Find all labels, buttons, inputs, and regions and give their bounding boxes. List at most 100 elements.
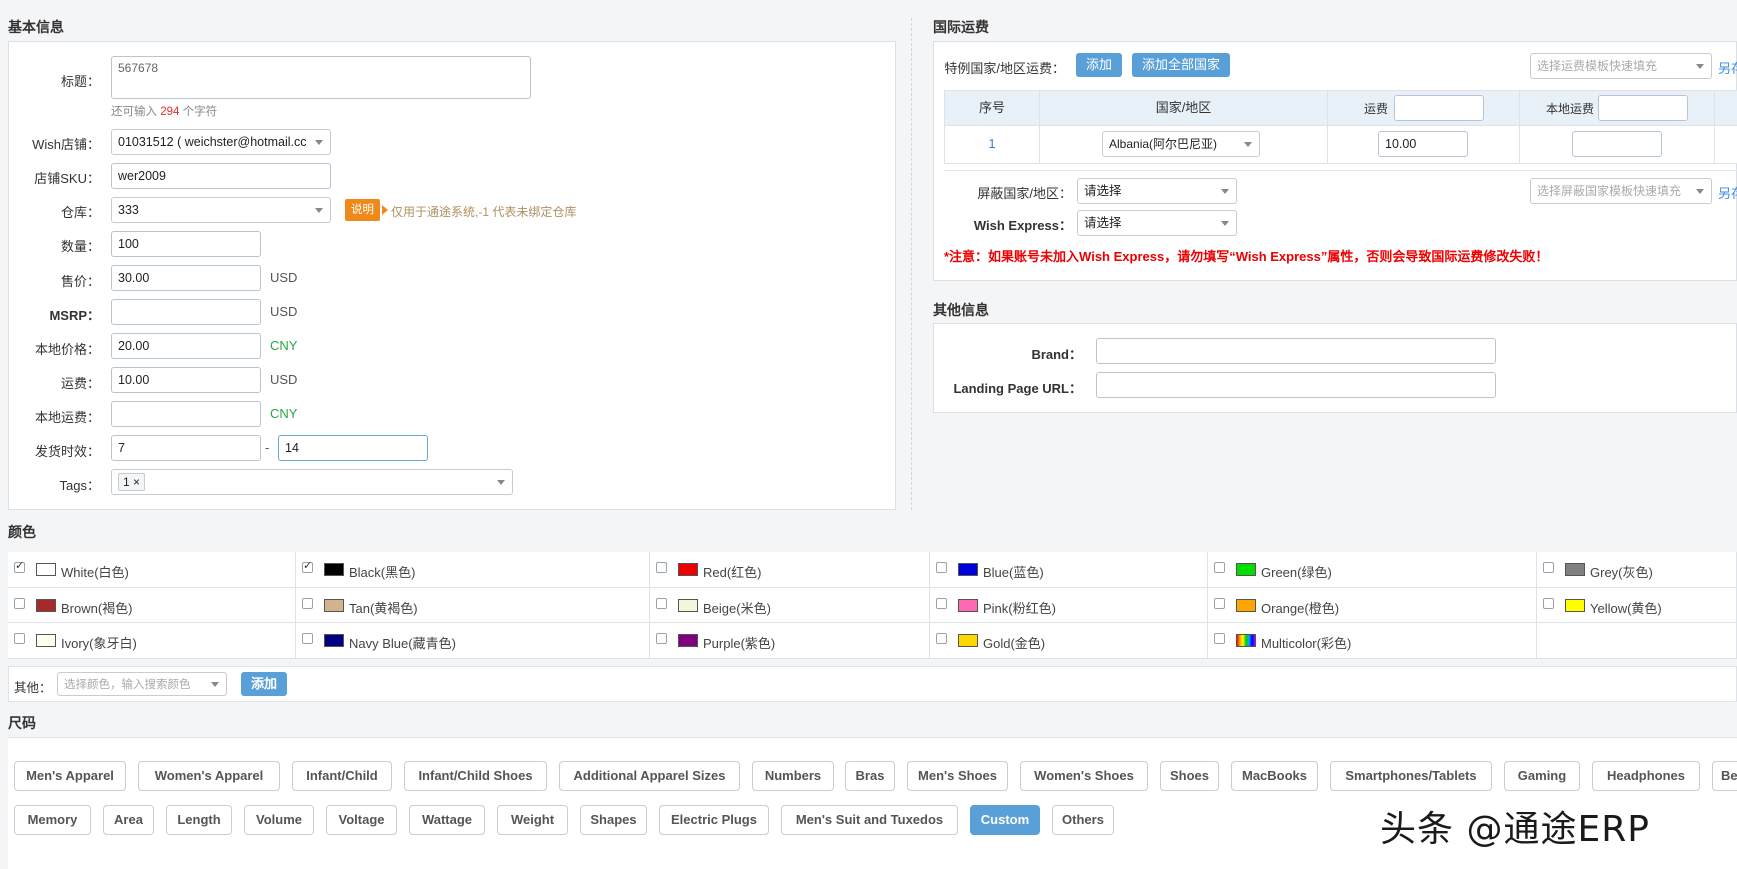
size-category-button[interactable]: Numbers xyxy=(752,761,834,791)
color-checkbox[interactable] xyxy=(14,559,25,573)
color-swatch xyxy=(1236,563,1256,576)
sku-input[interactable]: wer2009 xyxy=(111,163,331,189)
size-category-button[interactable]: MacBooks xyxy=(1231,761,1318,791)
size-category-button[interactable]: Men's Apparel xyxy=(14,761,126,791)
block-country-select[interactable]: 请选择 xyxy=(1077,178,1237,204)
color-label: White(白色) xyxy=(61,565,129,580)
color-checkbox[interactable] xyxy=(14,633,25,644)
close-icon[interactable]: × xyxy=(133,475,140,489)
landing-url-input[interactable] xyxy=(1096,372,1496,398)
color-label: Brown(褐色) xyxy=(61,601,133,616)
color-checkbox[interactable] xyxy=(1543,562,1554,573)
size-category-button[interactable]: Infant/Child xyxy=(292,761,392,791)
color-checkbox[interactable] xyxy=(302,598,313,609)
row-local-fee-input[interactable] xyxy=(1572,131,1662,157)
color-option[interactable]: Ivory(象牙白) xyxy=(8,623,296,659)
size-category-button[interactable]: Wattage xyxy=(409,805,485,835)
add-color-button[interactable]: 添加 xyxy=(241,672,287,696)
color-checkbox[interactable] xyxy=(656,633,667,644)
block-template-select[interactable]: 选择屏蔽国家模板快速填充 xyxy=(1530,178,1712,204)
color-checkbox[interactable] xyxy=(656,598,667,609)
color-option[interactable]: White(白色) xyxy=(8,552,296,588)
size-category-button[interactable]: Custom xyxy=(970,805,1040,835)
color-checkbox[interactable] xyxy=(1214,562,1225,573)
shipping-input[interactable]: 10.00 xyxy=(111,367,261,393)
block-save-as-link[interactable]: 另存 xyxy=(1718,183,1737,202)
local-shipping-input[interactable] xyxy=(111,401,261,427)
color-checkbox[interactable] xyxy=(1214,598,1225,609)
size-category-button[interactable]: Weight xyxy=(497,805,568,835)
size-category-button[interactable]: Electric Plugs xyxy=(659,805,769,835)
size-category-button[interactable]: Voltage xyxy=(326,805,397,835)
shipping-template-select[interactable]: 选择运费模板快速填充 xyxy=(1530,53,1712,79)
qty-input[interactable]: 100 xyxy=(111,231,261,257)
color-option[interactable]: Brown(褐色) xyxy=(8,588,296,623)
color-option[interactable]: Pink(粉红色) xyxy=(930,588,1208,623)
local-price-input[interactable]: 20.00 xyxy=(111,333,261,359)
title-input[interactable]: 567678 xyxy=(111,56,531,99)
delivery-max-input[interactable]: 14 xyxy=(278,435,428,461)
express-select[interactable]: 请选择 xyxy=(1077,210,1237,236)
row-fee-input[interactable]: 10.00 xyxy=(1378,131,1468,157)
color-checkbox[interactable] xyxy=(936,598,947,609)
size-category-button[interactable]: Length xyxy=(166,805,232,835)
store-select[interactable]: 01031512 ( weichster@hotmail.cc xyxy=(111,129,331,155)
fee-batch-input[interactable] xyxy=(1394,95,1484,121)
color-option[interactable]: Red(红色) xyxy=(650,552,930,588)
warehouse-select[interactable]: 333 xyxy=(111,197,331,223)
color-option[interactable]: Grey(灰色) xyxy=(1537,552,1737,588)
msrp-input[interactable] xyxy=(111,299,261,325)
color-option[interactable]: Beige(米色) xyxy=(650,588,930,623)
color-option[interactable]: Navy Blue(藏青色) xyxy=(296,623,650,659)
add-country-button[interactable]: 添加 xyxy=(1076,53,1122,77)
basic-section-title: 基本信息 xyxy=(8,19,64,35)
color-checkbox[interactable] xyxy=(1214,633,1225,644)
size-category-button[interactable]: Bras xyxy=(845,761,895,791)
size-category-button[interactable]: Volume xyxy=(244,805,314,835)
local-fee-batch-input[interactable] xyxy=(1598,95,1688,121)
color-option[interactable]: Yellow(黄色) xyxy=(1537,588,1737,623)
size-category-button[interactable]: Shapes xyxy=(580,805,647,835)
store-label: Wish店铺： xyxy=(32,137,100,152)
color-option[interactable]: Gold(金色) xyxy=(930,623,1208,659)
tags-select[interactable]: 1 × xyxy=(111,469,513,495)
add-all-countries-button[interactable]: 添加全部国家 xyxy=(1132,53,1230,77)
brand-input[interactable] xyxy=(1096,338,1496,364)
color-option[interactable]: Green(绿色) xyxy=(1208,552,1537,588)
color-checkbox[interactable] xyxy=(1543,598,1554,609)
size-category-button[interactable]: Infant/Child Shoes xyxy=(404,761,547,791)
color-option[interactable]: Blue(蓝色) xyxy=(930,552,1208,588)
explain-arrow-icon xyxy=(382,205,388,215)
color-checkbox[interactable] xyxy=(302,559,313,573)
color-checkbox[interactable] xyxy=(14,598,25,609)
size-category-button[interactable]: Women's Shoes xyxy=(1020,761,1148,791)
size-category-button[interactable]: Additional Apparel Sizes xyxy=(559,761,740,791)
country-select[interactable]: Albania(阿尔巴尼亚) xyxy=(1102,131,1260,157)
size-category-button[interactable]: Gaming xyxy=(1504,761,1580,791)
size-category-button[interactable]: Memory xyxy=(14,805,91,835)
color-label: Pink(粉红色) xyxy=(983,601,1056,616)
shipping-label: 运费： xyxy=(60,376,100,391)
color-checkbox[interactable] xyxy=(302,633,313,644)
color-checkbox[interactable] xyxy=(936,633,947,644)
color-checkbox[interactable] xyxy=(656,562,667,573)
size-category-button[interactable]: Bed xyxy=(1712,761,1737,791)
size-category-button[interactable]: Men's Shoes xyxy=(907,761,1008,791)
size-category-button[interactable]: Others xyxy=(1052,805,1114,835)
other-color-select[interactable]: 选择颜色，输入搜索颜色 xyxy=(57,672,227,696)
color-option[interactable]: Black(黑色) xyxy=(296,552,650,588)
delivery-min-input[interactable]: 7 xyxy=(111,435,261,461)
size-category-button[interactable]: Men's Suit and Tuxedos xyxy=(781,805,958,835)
color-option[interactable]: Purple(紫色) xyxy=(650,623,930,659)
size-category-button[interactable]: Shoes xyxy=(1160,761,1219,791)
color-checkbox[interactable] xyxy=(936,562,947,573)
size-category-button[interactable]: Headphones xyxy=(1592,761,1700,791)
color-option[interactable]: Orange(橙色) xyxy=(1208,588,1537,623)
size-category-button[interactable]: Area xyxy=(103,805,154,835)
price-input[interactable]: 30.00 xyxy=(111,265,261,291)
save-as-link[interactable]: 另存 xyxy=(1718,58,1737,77)
color-option[interactable]: Multicolor(彩色) xyxy=(1208,623,1537,659)
color-option[interactable]: Tan(黄褐色) xyxy=(296,588,650,623)
size-category-button[interactable]: Smartphones/Tablets xyxy=(1330,761,1492,791)
size-category-button[interactable]: Women's Apparel xyxy=(138,761,280,791)
